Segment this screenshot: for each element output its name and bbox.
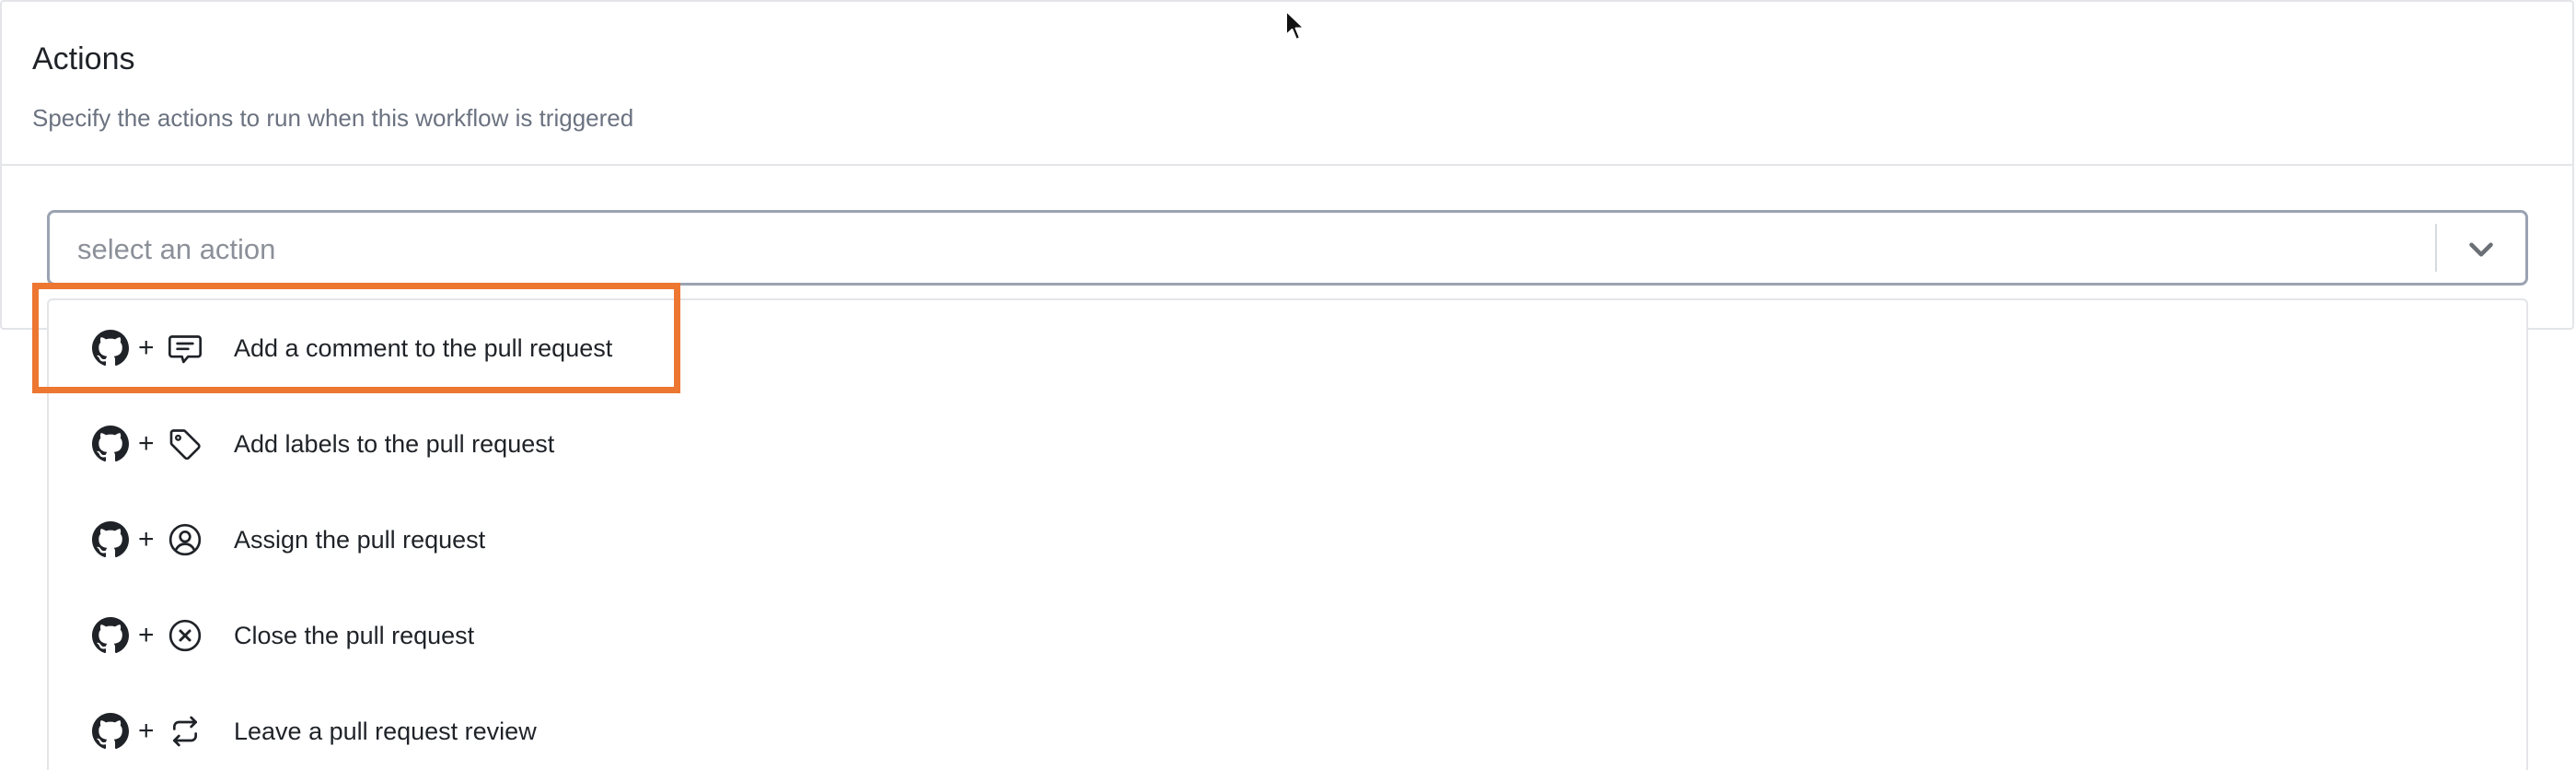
plus-sign: + (138, 332, 155, 363)
github-icon (92, 521, 129, 558)
option-close[interactable]: + Close the pull request (49, 588, 2526, 683)
option-label: Leave a pull request review (234, 718, 537, 745)
option-add-comment[interactable]: + Add a comment to the pull request (49, 300, 2526, 396)
option-add-labels[interactable]: + Add labels to the pull request (49, 396, 2526, 492)
option-label: Add a comment to the pull request (234, 334, 613, 362)
option-assign[interactable]: + Assign the pull request (49, 492, 2526, 588)
option-label: Close the pull request (234, 622, 475, 649)
option-leave-review[interactable]: + Leave a pull request review (49, 683, 2526, 770)
github-icon (92, 713, 129, 750)
action-select[interactable]: select an action (47, 210, 2528, 286)
panel-subtitle: Specify the actions to run when this wor… (32, 104, 634, 132)
refresh-icon (173, 716, 197, 747)
github-icon (92, 426, 129, 462)
option-label: Assign the pull request (234, 526, 486, 554)
select-placeholder: select an action (77, 233, 276, 265)
select-divider (2435, 224, 2437, 272)
comment-icon (168, 335, 203, 364)
page: Actions Specify the actions to run when … (0, 0, 2576, 770)
close-circle-icon (168, 619, 202, 652)
panel-title: Actions (32, 41, 135, 76)
user-circle-icon (168, 523, 202, 556)
mouse-cursor-icon (1285, 10, 1305, 41)
option-label: Add labels to the pull request (234, 430, 555, 458)
github-icon (92, 330, 129, 367)
chevron-down-icon[interactable] (2465, 233, 2498, 266)
plus-sign: + (138, 620, 155, 650)
plus-sign: + (138, 716, 155, 746)
github-icon (92, 617, 129, 654)
tag-icon (169, 429, 201, 461)
plus-sign: + (138, 524, 155, 554)
plus-sign: + (138, 428, 155, 459)
action-dropdown-menu: + Add a comment to the pull request + Ad… (47, 298, 2528, 770)
